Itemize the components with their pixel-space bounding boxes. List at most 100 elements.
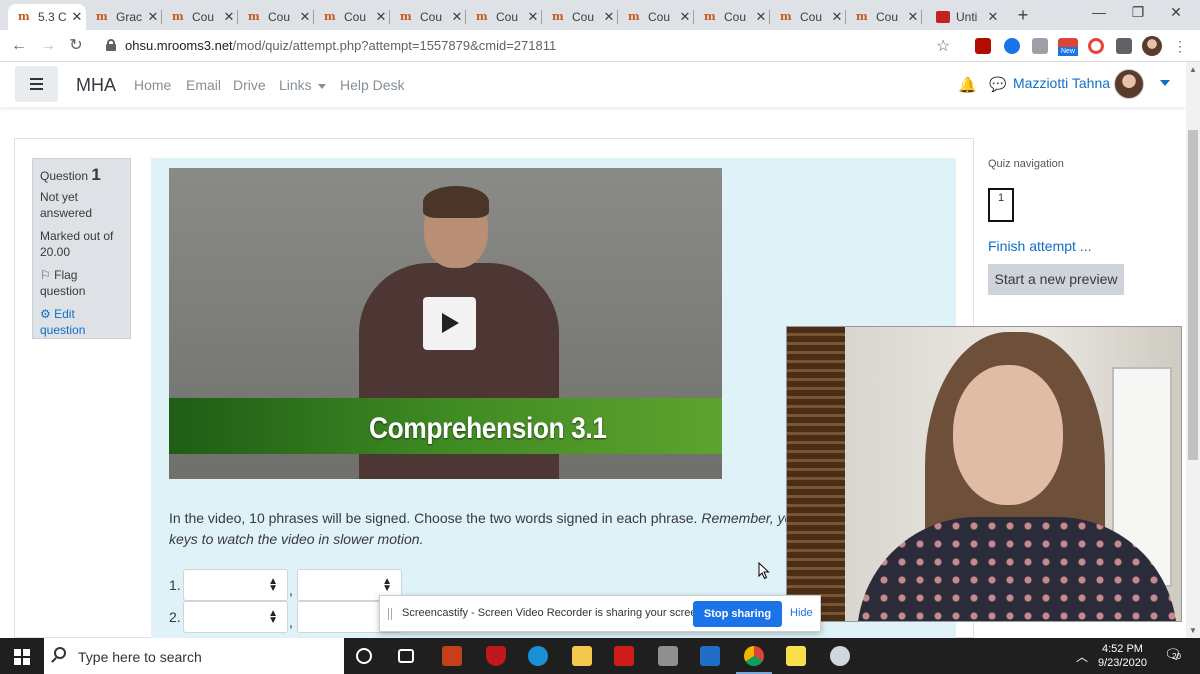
moodle-icon: m	[324, 10, 336, 23]
answer-select[interactable]: ▲▼	[183, 601, 288, 633]
nav-link-home[interactable]: Home	[134, 77, 171, 93]
page-scrollbar[interactable]: ▲ ▼	[1186, 62, 1200, 638]
bookmark-star-icon[interactable]: ☆	[936, 36, 950, 56]
close-tab-icon[interactable]: ✕	[904, 9, 922, 25]
close-tab-icon[interactable]: ✕	[448, 9, 466, 25]
tab-title: Cou	[192, 10, 215, 24]
close-tab-icon[interactable]: ✕	[676, 9, 694, 25]
close-tab-icon[interactable]: ✕	[220, 9, 238, 25]
screen-share-message: Screencastify - Screen Video Recorder is…	[402, 607, 706, 619]
start-new-preview-button[interactable]: Start a new preview	[988, 264, 1124, 295]
browser-tab[interactable]: m Cou ✕	[466, 4, 542, 30]
flag-icon: ⚐	[40, 268, 51, 282]
user-name[interactable]: Mazziotti Tahna	[1013, 75, 1110, 91]
answer-select[interactable]: ▲▼	[183, 569, 288, 601]
snipping-tool-icon[interactable]	[830, 646, 850, 666]
browser-tab[interactable]: m Cou ✕	[542, 4, 618, 30]
address-bar[interactable]: ohsu.mrooms3.net/mod/quiz/attempt.php?at…	[96, 33, 966, 59]
minimize-icon[interactable]: —	[1089, 4, 1109, 20]
browser-tab[interactable]: m Cou ✕	[694, 4, 770, 30]
browser-tab[interactable]: Unti ✕	[926, 4, 1002, 30]
finish-attempt-link[interactable]: Finish attempt ...	[988, 238, 1091, 254]
new-tab-button[interactable]: +	[1014, 5, 1032, 26]
acrobat-icon[interactable]	[614, 646, 634, 666]
mcafee-icon[interactable]	[486, 646, 506, 666]
tray-chevron-icon[interactable]: ︿	[1076, 648, 1088, 665]
restore-icon[interactable]: ❐	[1128, 4, 1148, 21]
nav-link-drive[interactable]: Drive	[233, 77, 266, 93]
play-button-icon[interactable]	[423, 297, 476, 350]
drag-handle-icon[interactable]	[388, 608, 392, 620]
forward-icon[interactable]: →	[38, 36, 58, 56]
user-avatar[interactable]	[1114, 69, 1144, 99]
taskbar-search[interactable]: Type here to search	[44, 638, 344, 674]
nav-link-help-desk[interactable]: Help Desk	[340, 77, 405, 93]
scroll-down-icon[interactable]: ▼	[1189, 626, 1197, 635]
acrobat-extension-icon[interactable]	[975, 38, 991, 54]
reload-icon[interactable]: ↻	[66, 36, 86, 56]
messages-icon[interactable]: 💬	[989, 76, 1006, 93]
flag-question-link[interactable]: ⚐ Flag question	[40, 267, 123, 299]
close-tab-icon[interactable]: ✕	[372, 9, 390, 25]
video-player[interactable]: Comprehension 3.1	[169, 168, 722, 479]
close-tab-icon[interactable]: ✕	[68, 9, 86, 25]
nav-link-links[interactable]: Links	[279, 77, 326, 93]
screen-extension-icon[interactable]	[1032, 38, 1048, 54]
scroll-up-icon[interactable]: ▲	[1189, 65, 1197, 74]
site-brand[interactable]: MHA	[76, 75, 116, 96]
quiz-nav-question-button[interactable]: 1	[988, 188, 1014, 222]
blue-extension-icon[interactable]	[1004, 38, 1020, 54]
target-extension-icon[interactable]	[1088, 38, 1104, 54]
tab-title: Cou	[876, 10, 899, 24]
chrome-icon[interactable]	[744, 646, 764, 666]
notification-center-icon[interactable]: 🗨 20	[1164, 646, 1182, 663]
edit-question-link[interactable]: ⚙ Edit question	[40, 306, 123, 338]
nav-link-email[interactable]: Email	[186, 77, 221, 93]
question-text-italic-1: Remember, you	[701, 510, 789, 526]
browser-menu-icon[interactable]: ⋮	[1170, 36, 1190, 56]
close-tab-icon[interactable]: ✕	[524, 9, 542, 25]
browser-tab[interactable]: m Grac ✕	[86, 4, 162, 30]
browser-tab[interactable]: m Cou ✕	[846, 4, 922, 30]
task-view-icon[interactable]	[398, 649, 414, 663]
scrollbar-thumb[interactable]	[1188, 130, 1198, 460]
browser-tab[interactable]: m Cou ✕	[390, 4, 466, 30]
windows-start-icon[interactable]	[14, 649, 30, 665]
close-window-icon[interactable]: ✕	[1166, 4, 1186, 21]
puzzle-extension-icon[interactable]	[1116, 38, 1132, 54]
hide-button[interactable]: Hide	[790, 607, 813, 619]
tab-title: Cou	[800, 10, 823, 24]
edge-icon[interactable]	[528, 646, 548, 666]
close-tab-icon[interactable]: ✕	[296, 9, 314, 25]
powerpoint-icon[interactable]	[442, 646, 462, 666]
browser-tab[interactable]: m Cou ✕	[618, 4, 694, 30]
browser-tab[interactable]: m Cou ✕	[770, 4, 846, 30]
sticky-notes-icon[interactable]	[786, 646, 806, 666]
notification-bell-icon[interactable]: 🔔	[958, 76, 977, 94]
browser-tab[interactable]: m Cou ✕	[314, 4, 390, 30]
drawer-toggle-button[interactable]	[15, 66, 58, 102]
file-explorer-icon[interactable]	[572, 646, 592, 666]
browser-tab[interactable]: m Cou ✕	[238, 4, 314, 30]
close-tab-icon[interactable]: ✕	[828, 9, 846, 25]
user-menu-chevron-icon[interactable]	[1160, 80, 1170, 86]
profile-avatar-icon[interactable]	[1142, 36, 1162, 56]
answer-row-label: 1.	[169, 577, 181, 593]
browser-tab[interactable]: m Cou ✕	[162, 4, 238, 30]
close-tab-icon[interactable]: ✕	[984, 9, 1002, 25]
mail-icon[interactable]	[700, 646, 720, 666]
system-clock[interactable]: 4:52 PM 9/23/2020	[1098, 642, 1147, 670]
back-icon[interactable]: ←	[9, 36, 29, 56]
cortana-icon[interactable]	[356, 648, 372, 664]
close-tab-icon[interactable]: ✕	[600, 9, 618, 25]
webcam-overlay[interactable]	[786, 326, 1182, 622]
moodle-icon: m	[780, 10, 792, 23]
moodle-icon: m	[248, 10, 260, 23]
stop-sharing-button[interactable]: Stop sharing	[693, 601, 782, 627]
new-extension-icon[interactable]: New	[1058, 38, 1078, 56]
store-icon[interactable]	[658, 646, 678, 666]
close-tab-icon[interactable]: ✕	[752, 9, 770, 25]
close-tab-icon[interactable]: ✕	[144, 9, 162, 25]
browser-tab[interactable]: m 5.3 C ✕	[8, 4, 86, 30]
question-number-value: 1	[91, 165, 101, 184]
